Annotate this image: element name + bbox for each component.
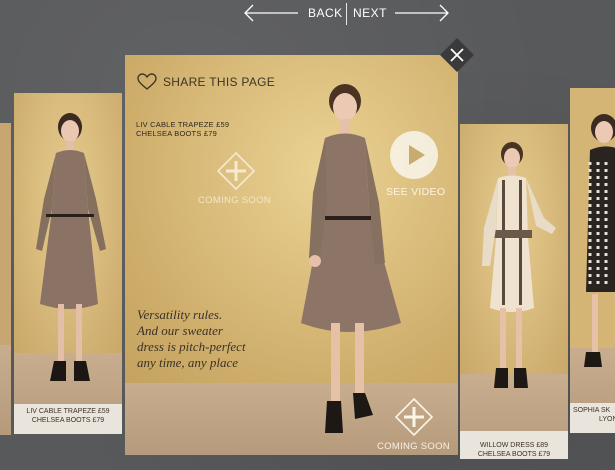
play-icon[interactable] [390,131,438,179]
plus-diamond-icon[interactable] [395,398,433,436]
quote-line: any time, any place [137,355,239,370]
panel-caption: LIV CABLE TRAPEZE £59 CHELSEA BOOTS £79 [14,407,122,425]
carousel-panel-left[interactable]: LIV CABLE TRAPEZE £59 CHELSEA BOOTS £79 [14,93,122,434]
carousel-panel-far-right[interactable]: SOPHIA SK LYON L [570,88,615,433]
caption-line: WILLOW DRESS £89 [479,442,549,449]
product-line: CHELSEA BOOTS £79 [136,129,217,138]
quote-line: And our sweater [137,323,223,338]
heart-icon [137,73,157,90]
panel-caption: SOPHIA SK LYON L [573,406,615,424]
arrow-left-icon[interactable] [243,4,299,22]
top-navigation: BACK NEXT [0,0,615,28]
product-line: LIV CABLE TRAPEZE £59 [136,120,230,129]
quote-line: dress is pitch-perfect [137,339,246,354]
carousel-panel-main: SHARE THIS PAGE LIV CABLE TRAPEZE £59 CH… [125,55,458,455]
next-button[interactable]: NEXT [353,6,387,20]
floor [0,345,11,435]
share-label: SHARE THIS PAGE [163,75,276,89]
see-video-link[interactable]: SEE VIDEO [386,186,445,198]
model-figure [584,114,615,367]
caption-line: SOPHIA SK [573,407,611,414]
quote-line: Versatility rules. [137,307,223,322]
close-icon[interactable] [440,38,474,72]
caption-line: CHELSEA BOOTS £79 [31,417,105,424]
carousel-panel-right[interactable]: WILLOW DRESS £89 CHELSEA BOOTS £79 [460,124,568,459]
panel-caption: WILLOW DRESS £89 CHELSEA BOOTS £79 [460,441,568,459]
caption-line: CHELSEA BOOTS £79 [477,451,551,458]
carousel-panel-far-left[interactable] [0,123,11,435]
arrow-right-icon[interactable] [394,4,450,22]
tagline-quote: Versatility rules. And our sweater dress… [137,307,246,371]
back-button[interactable]: BACK [308,6,343,20]
coming-soon-label: COMING SOON [377,441,450,452]
coming-soon-label: COMING SOON [198,195,271,206]
model-figure [482,142,556,388]
share-this-page[interactable]: SHARE THIS PAGE [137,73,275,91]
product-info: LIV CABLE TRAPEZE £59 CHELSEA BOOTS £79 [136,120,229,138]
nav-divider [346,3,347,25]
model-figure [36,113,106,381]
plus-diamond-icon[interactable] [217,152,255,190]
caption-line: LIV CABLE TRAPEZE £59 [26,408,110,415]
caption-line: LYON L [599,416,615,423]
